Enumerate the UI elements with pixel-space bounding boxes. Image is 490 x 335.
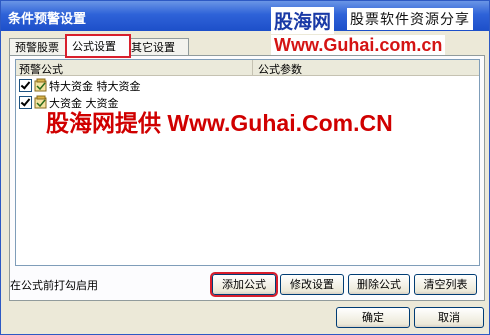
tab-formula-settings[interactable]: 公式设置: [65, 34, 131, 58]
tab-panel: 预警公式 公式参数 特大资金 特大资金 大资金 大资金: [9, 55, 485, 301]
list-header: 预警公式 公式参数: [16, 60, 479, 76]
column-header-formula[interactable]: 预警公式: [19, 61, 63, 77]
tab-alert-stocks[interactable]: 预警股票: [9, 38, 73, 56]
formula-icon: [34, 78, 47, 92]
enable-hint: 在公式前打勾启用: [10, 279, 98, 292]
formula-name: 特大资金 特大资金: [49, 80, 141, 93]
add-formula-button[interactable]: 添加公式: [210, 272, 278, 297]
clear-list-button[interactable]: 清空列表: [414, 274, 477, 295]
enable-checkbox[interactable]: [19, 79, 32, 92]
delete-formula-button[interactable]: 删除公式: [348, 274, 410, 295]
dialog-window: 条件预警设置 股海网 股票软件资源分享 Www.Guhai.com.cn 预警股…: [0, 0, 490, 335]
enable-checkbox[interactable]: [19, 96, 32, 109]
watermark-tagline: 股票软件资源分享: [347, 8, 473, 30]
tab-other-settings[interactable]: 其它设置: [125, 38, 189, 56]
ok-button[interactable]: 确定: [336, 307, 410, 328]
column-header-params[interactable]: 公式参数: [258, 61, 302, 77]
edit-settings-button[interactable]: 修改设置: [280, 274, 344, 295]
watermark-url: Www.Guhai.com.cn: [271, 35, 446, 56]
column-separator[interactable]: [252, 60, 253, 75]
formula-list[interactable]: 预警公式 公式参数 特大资金 特大资金 大资金 大资金: [15, 59, 480, 266]
cancel-button[interactable]: 取消: [414, 307, 484, 328]
list-item[interactable]: 特大资金 特大资金: [19, 77, 479, 93]
watermark-center-text: 股海网提供 Www.Guhai.Com.CN: [46, 110, 393, 136]
window-title: 条件预警设置: [8, 12, 87, 27]
watermark-site-name: 股海网: [271, 7, 335, 34]
